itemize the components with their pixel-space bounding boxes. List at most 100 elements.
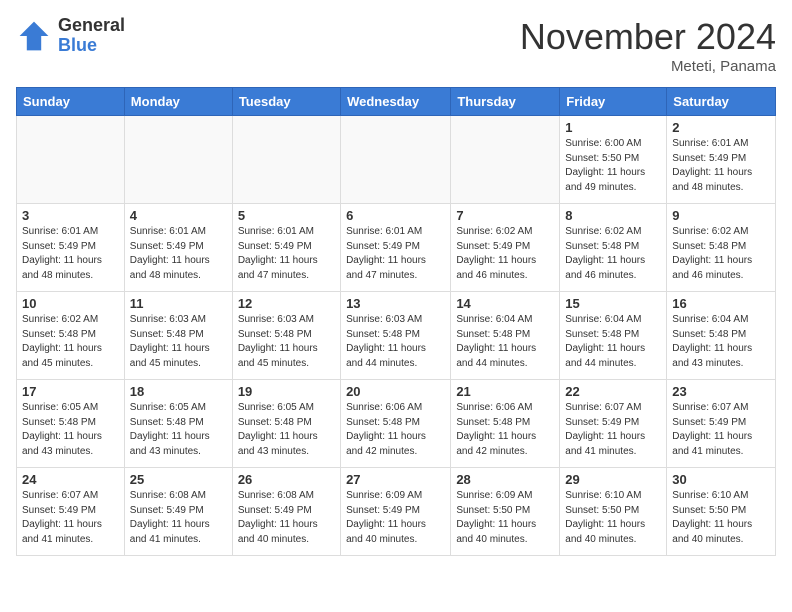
- calendar: SundayMondayTuesdayWednesdayThursdayFrid…: [16, 87, 776, 556]
- day-number: 26: [238, 472, 335, 487]
- cell-content: Sunrise: 6:05 AMSunset: 5:48 PMDaylight:…: [238, 401, 335, 459]
- calendar-cell: 11Sunrise: 6:03 AMSunset: 5:48 PMDayligh…: [124, 292, 232, 380]
- cell-line: Daylight: 11 hours and 46 minutes.: [456, 255, 536, 281]
- week-row-5: 24Sunrise: 6:07 AMSunset: 5:49 PMDayligh…: [17, 468, 776, 556]
- cell-line: Daylight: 11 hours and 42 minutes.: [456, 431, 536, 457]
- calendar-cell: 8Sunrise: 6:02 AMSunset: 5:48 PMDaylight…: [560, 204, 667, 292]
- cell-content: Sunrise: 6:01 AMSunset: 5:49 PMDaylight:…: [130, 225, 227, 283]
- day-number: 1: [565, 120, 661, 135]
- cell-line: Sunrise: 6:07 AM: [565, 402, 641, 413]
- day-header-sunday: Sunday: [17, 88, 125, 116]
- logo-blue: Blue: [58, 36, 125, 56]
- day-number: 25: [130, 472, 227, 487]
- calendar-cell: 15Sunrise: 6:04 AMSunset: 5:48 PMDayligh…: [560, 292, 667, 380]
- cell-content: Sunrise: 6:09 AMSunset: 5:50 PMDaylight:…: [456, 489, 554, 547]
- cell-line: Sunrise: 6:00 AM: [565, 138, 641, 149]
- cell-line: Sunset: 5:49 PM: [130, 241, 204, 252]
- cell-content: Sunrise: 6:04 AMSunset: 5:48 PMDaylight:…: [456, 313, 554, 371]
- cell-line: Daylight: 11 hours and 40 minutes.: [346, 519, 426, 545]
- cell-line: Daylight: 11 hours and 41 minutes.: [672, 431, 752, 457]
- cell-line: Daylight: 11 hours and 45 minutes.: [22, 343, 102, 369]
- logo: General Blue: [16, 16, 125, 56]
- cell-line: Sunrise: 6:08 AM: [130, 490, 206, 501]
- cell-line: Sunset: 5:49 PM: [346, 241, 420, 252]
- cell-line: Daylight: 11 hours and 48 minutes.: [672, 167, 752, 193]
- day-number: 19: [238, 384, 335, 399]
- cell-line: Sunset: 5:49 PM: [672, 153, 746, 164]
- cell-line: Sunset: 5:48 PM: [565, 329, 639, 340]
- cell-line: Sunset: 5:48 PM: [346, 417, 420, 428]
- cell-line: Sunrise: 6:02 AM: [672, 226, 748, 237]
- calendar-cell: 20Sunrise: 6:06 AMSunset: 5:48 PMDayligh…: [341, 380, 451, 468]
- calendar-cell: 23Sunrise: 6:07 AMSunset: 5:49 PMDayligh…: [667, 380, 776, 468]
- cell-line: Daylight: 11 hours and 43 minutes.: [130, 431, 210, 457]
- cell-line: Sunrise: 6:10 AM: [672, 490, 748, 501]
- title-block: November 2024 Meteti, Panama: [520, 16, 776, 75]
- calendar-cell: 28Sunrise: 6:09 AMSunset: 5:50 PMDayligh…: [451, 468, 560, 556]
- cell-content: Sunrise: 6:02 AMSunset: 5:49 PMDaylight:…: [456, 225, 554, 283]
- day-number: 13: [346, 296, 445, 311]
- cell-line: Daylight: 11 hours and 44 minutes.: [346, 343, 426, 369]
- cell-line: Sunset: 5:48 PM: [346, 329, 420, 340]
- logo-text: General Blue: [58, 16, 125, 56]
- logo-icon: [16, 18, 52, 54]
- day-number: 6: [346, 208, 445, 223]
- cell-line: Daylight: 11 hours and 41 minutes.: [22, 519, 102, 545]
- cell-line: Daylight: 11 hours and 43 minutes.: [22, 431, 102, 457]
- cell-content: Sunrise: 6:10 AMSunset: 5:50 PMDaylight:…: [565, 489, 661, 547]
- calendar-cell: 6Sunrise: 6:01 AMSunset: 5:49 PMDaylight…: [341, 204, 451, 292]
- day-number: 3: [22, 208, 119, 223]
- calendar-cell: 2Sunrise: 6:01 AMSunset: 5:49 PMDaylight…: [667, 116, 776, 204]
- day-number: 28: [456, 472, 554, 487]
- cell-line: Sunrise: 6:09 AM: [456, 490, 532, 501]
- cell-line: Sunrise: 6:02 AM: [565, 226, 641, 237]
- calendar-cell: 12Sunrise: 6:03 AMSunset: 5:48 PMDayligh…: [232, 292, 340, 380]
- cell-line: Sunset: 5:48 PM: [238, 329, 312, 340]
- cell-line: Sunset: 5:48 PM: [672, 241, 746, 252]
- cell-content: Sunrise: 6:07 AM Sunset: 5:49 PM Daylight:…: [565, 401, 661, 459]
- cell-line: Sunset: 5:48 PM: [456, 417, 530, 428]
- day-number: 27: [346, 472, 445, 487]
- cell-line: Sunset: 5:48 PM: [22, 329, 96, 340]
- day-number: 22: [565, 384, 661, 399]
- day-number: 24: [22, 472, 119, 487]
- cell-line: Sunrise: 6:04 AM: [565, 314, 641, 325]
- cell-line: Daylight: 11 hours and 46 minutes.: [672, 255, 752, 281]
- cell-content: Sunrise: 6:07 AMSunset: 5:49 PMDaylight:…: [22, 489, 119, 547]
- day-number: 23: [672, 384, 770, 399]
- calendar-cell: 10Sunrise: 6:02 AMSunset: 5:48 PMDayligh…: [17, 292, 125, 380]
- cell-line: Daylight: 11 hours and 42 minutes.: [346, 431, 426, 457]
- cell-line: Sunset: 5:48 PM: [130, 417, 204, 428]
- week-row-3: 10Sunrise: 6:02 AMSunset: 5:48 PMDayligh…: [17, 292, 776, 380]
- day-number: 29: [565, 472, 661, 487]
- calendar-cell: 19 Sunrise: 6:05 AMSunset: 5:48 PMDayligh…: [232, 380, 340, 468]
- cell-line: Daylight: 11 hours and 46 minutes.: [565, 255, 645, 281]
- cell-content: Sunrise: 6:06 AMSunset: 5:48 PMDaylight:…: [456, 401, 554, 459]
- calendar-cell: [17, 116, 125, 204]
- cell-line: Daylight: 11 hours and 47 minutes.: [346, 255, 426, 281]
- cell-line: Sunset: 5:48 PM: [672, 329, 746, 340]
- calendar-cell: 21 Sunrise: 6:06 AMSunset: 5:48 PMDayligh…: [451, 380, 560, 468]
- day-number: 10: [22, 296, 119, 311]
- cell-line: Sunset: 5:50 PM: [456, 505, 530, 516]
- cell-content: Sunrise: 6:03 AMSunset: 5:48 PMDaylight:…: [130, 313, 227, 371]
- calendar-cell: 25Sunrise: 6:08 AMSunset: 5:49 PMDayligh…: [124, 468, 232, 556]
- cell-line: Sunrise: 6:09 AM: [346, 490, 422, 501]
- cell-line: Sunset: 5:49 PM: [565, 417, 639, 428]
- cell-line: Sunset: 5:49 PM: [22, 241, 96, 252]
- cell-content: Sunrise: 6:06 AMSunset: 5:48 PMDaylight:…: [346, 401, 445, 459]
- cell-line: Daylight: 11 hours and 41 minutes.: [565, 431, 645, 457]
- cell-line: Sunrise: 6:07 AM: [22, 490, 98, 501]
- cell-line: Sunrise: 6:05 AM: [22, 402, 98, 413]
- logo-general: General: [58, 16, 125, 36]
- cell-line: Sunrise: 6:04 AM: [672, 314, 748, 325]
- cell-line: Sunset: 5:49 PM: [130, 505, 204, 516]
- month-title: November 2024: [520, 16, 776, 58]
- day-number: 21: [456, 384, 554, 399]
- calendar-cell: [451, 116, 560, 204]
- cell-line: Daylight: 11 hours and 43 minutes.: [238, 431, 318, 457]
- day-number: 17: [22, 384, 119, 399]
- calendar-cell: [341, 116, 451, 204]
- day-number: 18: [130, 384, 227, 399]
- day-number: 12: [238, 296, 335, 311]
